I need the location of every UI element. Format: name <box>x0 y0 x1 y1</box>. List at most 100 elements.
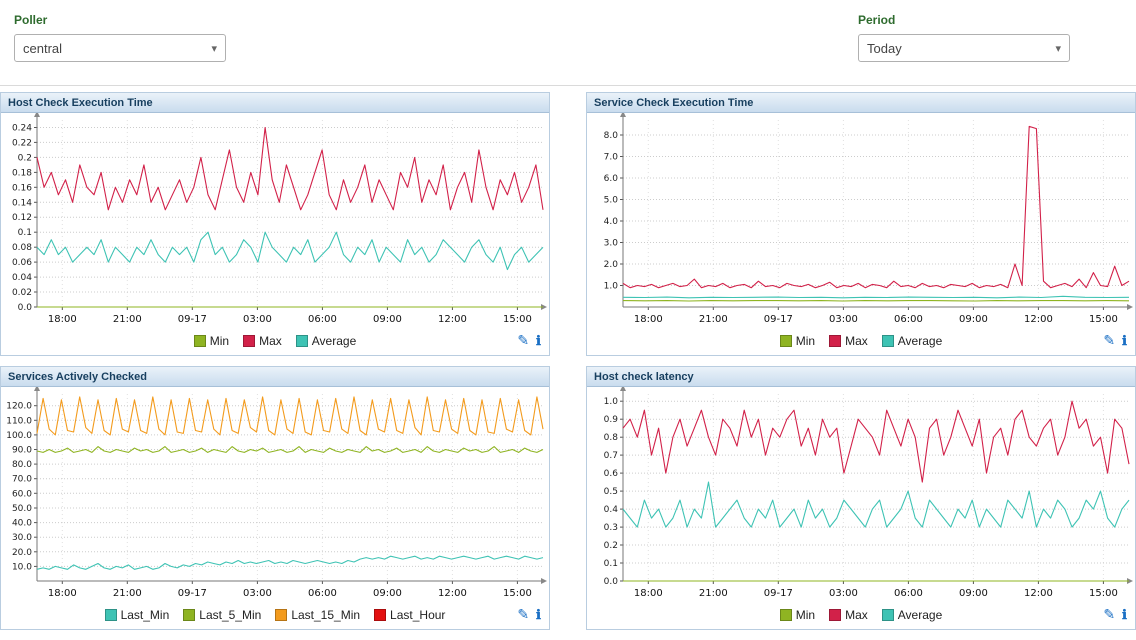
svg-text:0.3: 0.3 <box>604 523 618 533</box>
legend-swatch <box>243 335 255 347</box>
svg-text:0.4: 0.4 <box>604 505 619 515</box>
legend-swatch <box>882 609 894 621</box>
host-check-execution-time-chart[interactable]: 18:0021:0009-1703:0006:0009:0012:0015:00… <box>1 113 549 331</box>
legend-label: Max <box>259 334 282 348</box>
svg-text:15:00: 15:00 <box>1089 588 1118 599</box>
svg-text:15:00: 15:00 <box>503 314 532 325</box>
service-check-execution-time-chart[interactable]: 18:0021:0009-1703:0006:0009:0012:0015:00… <box>587 113 1135 331</box>
svg-text:03:00: 03:00 <box>243 588 272 599</box>
legend-label: Average <box>898 334 942 348</box>
edit-icon[interactable]: ✎ <box>517 333 529 347</box>
legend-label: Last_Min <box>121 608 170 622</box>
legend-item[interactable]: Last_5_Min <box>183 608 261 622</box>
legend-swatch <box>780 609 792 621</box>
legend-item[interactable]: Last_Min <box>105 608 170 622</box>
legend-swatch <box>829 335 841 347</box>
svg-text:03:00: 03:00 <box>829 588 858 599</box>
svg-text:09-17: 09-17 <box>178 314 207 325</box>
chart-area: 18:0021:0009-1703:0006:0009:0012:0015:00… <box>1 113 549 331</box>
legend-item[interactable]: Min <box>194 334 229 348</box>
svg-text:12:00: 12:00 <box>1024 588 1053 599</box>
panel-header: Service Check Execution Time <box>587 93 1135 113</box>
info-icon[interactable]: ℹ <box>1122 334 1127 347</box>
poller-select[interactable]: central ▾ <box>14 34 226 62</box>
panel-footer: Min Max Average ✎ ℹ <box>1 331 549 355</box>
svg-text:100.0: 100.0 <box>6 431 32 441</box>
edit-icon[interactable]: ✎ <box>1103 607 1115 621</box>
svg-text:18:00: 18:00 <box>48 314 77 325</box>
chart-area: 18:0021:0009-1703:0006:0009:0012:0015:00… <box>587 387 1135 605</box>
legend-item[interactable]: Average <box>882 608 942 622</box>
panel-header: Host check latency <box>587 367 1135 387</box>
chevron-down-icon: ▾ <box>211 42 217 55</box>
legend-swatch <box>882 335 894 347</box>
svg-text:1.0: 1.0 <box>604 282 619 292</box>
svg-text:06:00: 06:00 <box>894 314 923 325</box>
legend-item[interactable]: Last_15_Min <box>275 608 360 622</box>
svg-text:21:00: 21:00 <box>699 314 728 325</box>
info-icon[interactable]: ℹ <box>536 334 541 347</box>
svg-text:21:00: 21:00 <box>113 314 142 325</box>
svg-text:0.8: 0.8 <box>604 433 619 443</box>
svg-text:0.02: 0.02 <box>12 288 32 298</box>
legend-item[interactable]: Max <box>243 334 282 348</box>
svg-text:110.0: 110.0 <box>6 416 32 426</box>
svg-text:18:00: 18:00 <box>634 588 663 599</box>
host-check-latency-chart[interactable]: 18:0021:0009-1703:0006:0009:0012:0015:00… <box>587 387 1135 605</box>
edit-icon[interactable]: ✎ <box>1103 333 1115 347</box>
chart-legend: Min Max Average <box>187 334 364 352</box>
period-label: Period <box>858 13 1070 27</box>
period-selected-value: Today <box>867 41 1055 56</box>
svg-text:0.06: 0.06 <box>12 258 32 268</box>
svg-text:0.08: 0.08 <box>12 243 32 253</box>
chart-tools: ✎ ℹ <box>1103 607 1127 621</box>
svg-text:50.0: 50.0 <box>12 504 32 514</box>
panel-host-check-latency: Host check latency 18:0021:0009-1703:000… <box>586 366 1136 630</box>
legend-item[interactable]: Min <box>780 608 815 622</box>
info-icon[interactable]: ℹ <box>1122 608 1127 621</box>
panel-header: Services Actively Checked <box>1 367 549 387</box>
legend-item[interactable]: Average <box>296 334 356 348</box>
legend-swatch <box>275 609 287 621</box>
svg-text:0.1: 0.1 <box>18 228 32 238</box>
chart-legend: Last_Min Last_5_Min Last_15_Min Last_Hour <box>98 608 453 626</box>
legend-label: Min <box>796 608 815 622</box>
svg-text:120.0: 120.0 <box>6 402 32 412</box>
svg-text:8.0: 8.0 <box>604 131 619 141</box>
panel-title: Service Check Execution Time <box>594 97 753 109</box>
legend-item[interactable]: Average <box>882 334 942 348</box>
legend-swatch <box>780 335 792 347</box>
period-select[interactable]: Today ▾ <box>858 34 1070 62</box>
svg-text:09-17: 09-17 <box>764 314 793 325</box>
legend-label: Average <box>898 608 942 622</box>
svg-text:21:00: 21:00 <box>113 588 142 599</box>
panel-footer: Min Max Average ✎ ℹ <box>587 331 1135 355</box>
svg-text:06:00: 06:00 <box>894 588 923 599</box>
poller-filter-group: Poller central ▾ <box>14 13 226 62</box>
svg-text:5.0: 5.0 <box>604 196 619 206</box>
svg-text:12:00: 12:00 <box>1024 314 1053 325</box>
filter-bar: Poller central ▾ Period Today ▾ <box>0 0 1136 86</box>
legend-item[interactable]: Max <box>829 334 868 348</box>
svg-text:20.0: 20.0 <box>12 548 32 558</box>
legend-swatch <box>183 609 195 621</box>
svg-text:09:00: 09:00 <box>959 588 988 599</box>
svg-text:09:00: 09:00 <box>373 588 402 599</box>
svg-text:0.14: 0.14 <box>12 198 32 208</box>
svg-text:0.16: 0.16 <box>12 183 32 193</box>
legend-item[interactable]: Max <box>829 608 868 622</box>
svg-text:70.0: 70.0 <box>12 475 32 485</box>
legend-item[interactable]: Last_Hour <box>374 608 445 622</box>
chart-legend: Min Max Average <box>773 608 950 626</box>
svg-text:10.0: 10.0 <box>12 562 32 572</box>
legend-label: Min <box>210 334 229 348</box>
edit-icon[interactable]: ✎ <box>517 607 529 621</box>
info-icon[interactable]: ℹ <box>536 608 541 621</box>
panel-footer: Min Max Average ✎ ℹ <box>587 605 1135 629</box>
services-actively-checked-chart[interactable]: 18:0021:0009-1703:0006:0009:0012:0015:00… <box>1 387 549 605</box>
svg-text:2.0: 2.0 <box>604 260 619 270</box>
poller-label: Poller <box>14 13 226 27</box>
legend-item[interactable]: Min <box>780 334 815 348</box>
svg-text:15:00: 15:00 <box>503 588 532 599</box>
legend-swatch <box>194 335 206 347</box>
